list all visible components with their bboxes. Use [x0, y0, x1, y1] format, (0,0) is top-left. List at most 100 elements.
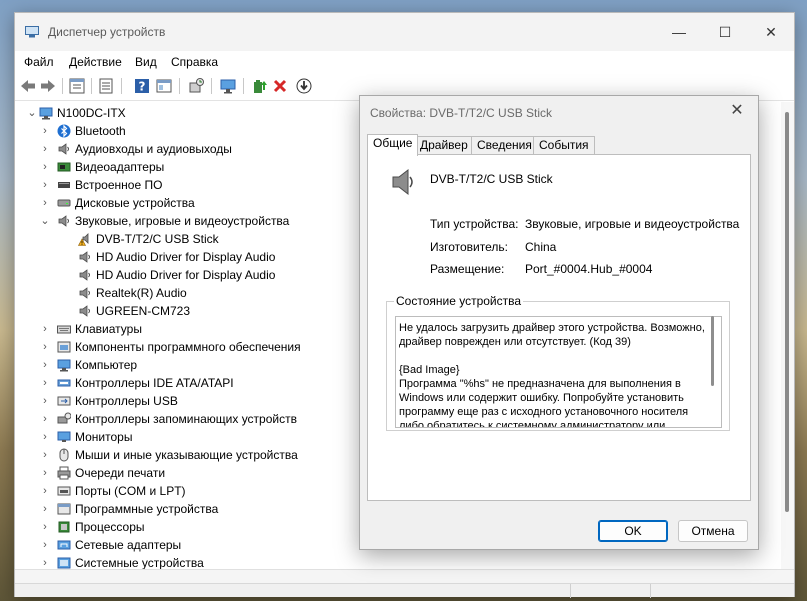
- location-label: Размещение:: [430, 262, 505, 276]
- status-scrollbar[interactable]: [711, 316, 714, 386]
- chevron-right-icon[interactable]: ›: [40, 356, 50, 374]
- chevron-down-icon[interactable]: ⌄: [27, 104, 37, 122]
- close-button[interactable]: ✕: [748, 13, 794, 51]
- minimize-button[interactable]: —: [656, 13, 702, 51]
- tree-item-label: Клавиатуры: [75, 322, 142, 336]
- chevron-right-icon[interactable]: ›: [40, 554, 50, 569]
- processor-icon: [58, 521, 70, 533]
- computer-icon: [57, 359, 71, 372]
- details-pane-icon[interactable]: [155, 77, 173, 95]
- monitor-icon[interactable]: [219, 77, 237, 95]
- update-driver-icon[interactable]: [251, 77, 269, 95]
- software-device-icon: [57, 503, 71, 515]
- tree-item-label: Очереди печати: [75, 466, 166, 480]
- chevron-right-icon[interactable]: ›: [40, 500, 50, 518]
- ide-controller-icon: [57, 379, 71, 387]
- uninstall-device-icon[interactable]: [271, 77, 289, 95]
- location-value: Port_#0004.Hub_#0004: [525, 262, 653, 276]
- chevron-right-icon[interactable]: ›: [40, 374, 50, 392]
- vertical-scrollbar[interactable]: [781, 102, 794, 569]
- properties-view-icon[interactable]: [68, 77, 86, 95]
- toolbar-separator: [121, 78, 122, 94]
- chevron-right-icon[interactable]: ›: [40, 428, 50, 446]
- display-adapter-icon: [57, 162, 71, 172]
- chevron-right-icon[interactable]: ›: [40, 176, 50, 194]
- cancel-button[interactable]: Отмена: [678, 520, 748, 542]
- help-icon[interactable]: ?: [133, 77, 151, 95]
- window-title: Диспетчер устройств: [48, 25, 166, 39]
- maximize-button[interactable]: ☐: [702, 13, 748, 51]
- chevron-right-icon[interactable]: ›: [40, 518, 50, 536]
- tab-general[interactable]: Общие: [367, 134, 419, 156]
- printer-icon: [57, 466, 71, 480]
- tree-item-label: Видеоадаптеры: [75, 160, 165, 174]
- toolbar-separator: [211, 78, 212, 94]
- manufacturer-value: China: [525, 240, 557, 254]
- chevron-down-icon[interactable]: ⌄: [40, 212, 50, 230]
- horizontal-scrollbar[interactable]: [15, 569, 794, 583]
- chevron-right-icon[interactable]: ›: [40, 536, 50, 554]
- network-adapter-icon: [57, 540, 71, 550]
- device-status-textbox[interactable]: Не удалось загрузить драйвер этого устро…: [395, 316, 722, 428]
- forward-icon[interactable]: [39, 77, 57, 95]
- tree-item-label: Порты (COM и LPT): [75, 484, 186, 498]
- mouse-icon: [59, 448, 69, 462]
- toolbar-separator: [62, 78, 63, 94]
- computer-icon: [39, 107, 53, 120]
- console-tree-icon[interactable]: [97, 77, 115, 95]
- scrollbar-thumb[interactable]: [785, 112, 789, 512]
- chevron-right-icon[interactable]: ›: [40, 320, 50, 338]
- chevron-right-icon[interactable]: ›: [40, 482, 50, 500]
- speaker-icon: [79, 287, 90, 299]
- menu-help[interactable]: Справка: [171, 55, 218, 69]
- ok-button[interactable]: OK: [598, 520, 668, 542]
- chevron-right-icon[interactable]: ›: [40, 194, 50, 212]
- chevron-right-icon[interactable]: ›: [40, 392, 50, 410]
- device-type-value: Звуковые, игровые и видеоустройства: [525, 217, 740, 231]
- tree-item-label: Мониторы: [75, 430, 133, 444]
- tree-category[interactable]: › Системные устройства: [15, 554, 775, 569]
- status-segment: [570, 584, 571, 598]
- menu-view[interactable]: Вид: [135, 55, 157, 69]
- tab-driver[interactable]: Драйвер: [414, 136, 474, 155]
- device-manager-icon: [25, 26, 39, 38]
- disk-icon: [57, 199, 71, 207]
- firmware-icon: [58, 182, 70, 188]
- chevron-right-icon[interactable]: ›: [40, 338, 50, 356]
- chevron-right-icon[interactable]: ›: [40, 122, 50, 140]
- tree-item-label: N100DC-ITX: [57, 106, 126, 120]
- device-status-text: Не удалось загрузить драйвер этого устро…: [399, 322, 705, 428]
- chevron-right-icon[interactable]: ›: [40, 464, 50, 482]
- tab-events[interactable]: События: [533, 136, 595, 155]
- bluetooth-icon: [57, 124, 71, 138]
- chevron-right-icon[interactable]: ›: [40, 446, 50, 464]
- tree-item-label: Контроллеры запоминающих устройств: [75, 412, 297, 426]
- usb-icon: [57, 396, 71, 406]
- chevron-right-icon[interactable]: ›: [40, 158, 50, 176]
- tree-item-label: Звуковые, игровые и видеоустройства: [75, 214, 290, 228]
- manufacturer-label: Изготовитель:: [430, 240, 508, 254]
- tree-item-label: Компоненты программного обеспечения: [75, 340, 301, 354]
- tree-item-label: DVB-T/T2/C USB Stick: [96, 232, 219, 246]
- chevron-right-icon[interactable]: ›: [40, 140, 50, 158]
- menu-action[interactable]: Действие: [69, 55, 122, 69]
- tree-item-label: Bluetooth: [75, 124, 126, 138]
- tree-item-label: Встроенное ПО: [75, 178, 163, 192]
- tree-item-label: HD Audio Driver for Display Audio: [96, 250, 276, 264]
- dialog-title: Свойства: DVB-T/T2/C USB Stick: [370, 106, 553, 120]
- tab-details[interactable]: Сведения: [471, 136, 538, 155]
- tree-item-label: Мыши и иные указывающие устройства: [75, 448, 298, 462]
- keyboard-icon: [57, 325, 71, 334]
- title-bar[interactable]: Диспетчер устройств — ☐ ✕: [15, 13, 794, 51]
- tree-item-label: Программные устройства: [75, 502, 219, 516]
- download-driver-icon[interactable]: [295, 77, 313, 95]
- general-tab-panel: DVB-T/T2/C USB Stick Тип устройства: Зву…: [367, 154, 751, 501]
- dialog-close-button[interactable]: ✕: [724, 100, 750, 122]
- scan-hardware-icon[interactable]: [187, 77, 205, 95]
- status-bar: [15, 583, 794, 598]
- menu-file[interactable]: Файл: [24, 55, 54, 69]
- chevron-right-icon[interactable]: ›: [40, 410, 50, 428]
- device-status-group: Состояние устройства Не удалось загрузит…: [386, 294, 730, 431]
- back-icon[interactable]: [19, 77, 37, 95]
- software-component-icon: [57, 341, 71, 353]
